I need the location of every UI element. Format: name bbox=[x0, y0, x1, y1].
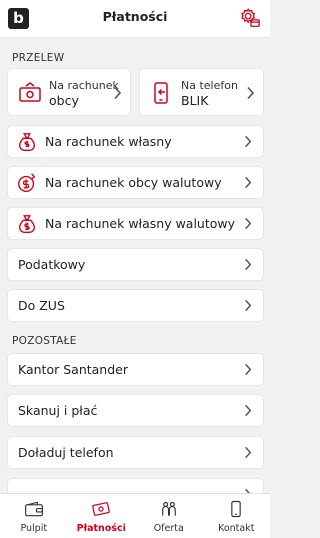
chevron-right-icon bbox=[245, 404, 252, 417]
row-label: Podatkowy bbox=[18, 257, 86, 272]
tab-pulpit[interactable]: Pulpit bbox=[0, 494, 68, 538]
row-label: Kantor Santander bbox=[18, 362, 128, 377]
row-kantor[interactable]: Kantor Santander bbox=[7, 353, 264, 386]
row-top-up-phone[interactable]: Doładuj telefon bbox=[7, 436, 264, 469]
row-label: Doładuj telefon bbox=[18, 445, 114, 460]
payment-settings-icon[interactable] bbox=[239, 7, 261, 29]
money-bag-icon bbox=[18, 133, 36, 151]
chevron-right-icon bbox=[245, 446, 252, 459]
chevron-right-icon bbox=[245, 299, 252, 312]
smartphone-icon bbox=[231, 500, 241, 518]
tile-transfer-phone-blik[interactable]: Na telefon BLIK bbox=[139, 68, 264, 116]
row-label: Skanuj i płać bbox=[18, 403, 98, 418]
tab-platnosci[interactable]: Płatności bbox=[68, 494, 136, 538]
tile-transfer-external[interactable]: Na rachunek obcy bbox=[7, 68, 131, 116]
banknote-icon bbox=[19, 82, 41, 102]
tab-label: Płatności bbox=[76, 523, 126, 534]
row-transfer-own-account[interactable]: Na rachunek własny bbox=[7, 125, 264, 158]
tab-label: Kontakt bbox=[218, 523, 255, 534]
chevron-right-icon bbox=[245, 363, 252, 376]
people-offer-icon bbox=[161, 501, 176, 516]
wallet-icon bbox=[24, 501, 43, 517]
bottom-tab-bar: Pulpit Płatności Oferta Kontakt bbox=[0, 493, 270, 538]
row-label: Na rachunek własny walutowy bbox=[45, 216, 236, 231]
chevron-right-icon bbox=[245, 217, 252, 230]
row-transfer-own-currency[interactable]: Na rachunek własny walutowy bbox=[7, 207, 264, 240]
chevron-right-icon bbox=[247, 86, 255, 100]
currency-exchange-icon bbox=[18, 173, 36, 192]
phone-transfer-icon bbox=[154, 82, 168, 104]
section-header-transfer: PRZELEW bbox=[12, 52, 65, 64]
chevron-right-icon bbox=[245, 258, 252, 271]
app-header: b Płatności bbox=[0, 0, 270, 38]
tile-label-line1: Na telefon bbox=[181, 79, 238, 92]
tile-label-line2: obcy bbox=[49, 93, 79, 108]
row-partially-hidden[interactable] bbox=[7, 478, 264, 493]
row-transfer-zus[interactable]: Do ZUS bbox=[7, 289, 264, 322]
row-label: Do ZUS bbox=[18, 298, 65, 313]
tab-label: Oferta bbox=[153, 523, 184, 534]
chevron-right-icon bbox=[245, 135, 252, 148]
chevron-right-icon bbox=[245, 176, 252, 189]
payment-icon bbox=[92, 502, 111, 516]
tab-label: Pulpit bbox=[20, 523, 48, 534]
tile-label-line1: Na rachunek bbox=[49, 79, 119, 92]
row-scan-and-pay[interactable]: Skanuj i płać bbox=[7, 394, 264, 427]
payments-list[interactable]: PRZELEW Na rachunek obcy Na telefon BLIK… bbox=[0, 38, 270, 493]
row-transfer-external-currency[interactable]: Na rachunek obcy walutowy bbox=[7, 166, 264, 199]
row-transfer-tax[interactable]: Podatkowy bbox=[7, 248, 264, 281]
page-title: Płatności bbox=[102, 9, 168, 24]
row-label: Na rachunek obcy walutowy bbox=[45, 175, 222, 190]
tile-label-line2: BLIK bbox=[181, 93, 209, 108]
section-header-other: POZOSTAŁE bbox=[12, 335, 77, 347]
currency-bag-icon bbox=[18, 215, 36, 233]
row-label: Na rachunek własny bbox=[45, 134, 172, 149]
chevron-right-icon bbox=[114, 86, 122, 100]
tab-kontakt[interactable]: Kontakt bbox=[203, 494, 271, 538]
tab-oferta[interactable]: Oferta bbox=[135, 494, 203, 538]
